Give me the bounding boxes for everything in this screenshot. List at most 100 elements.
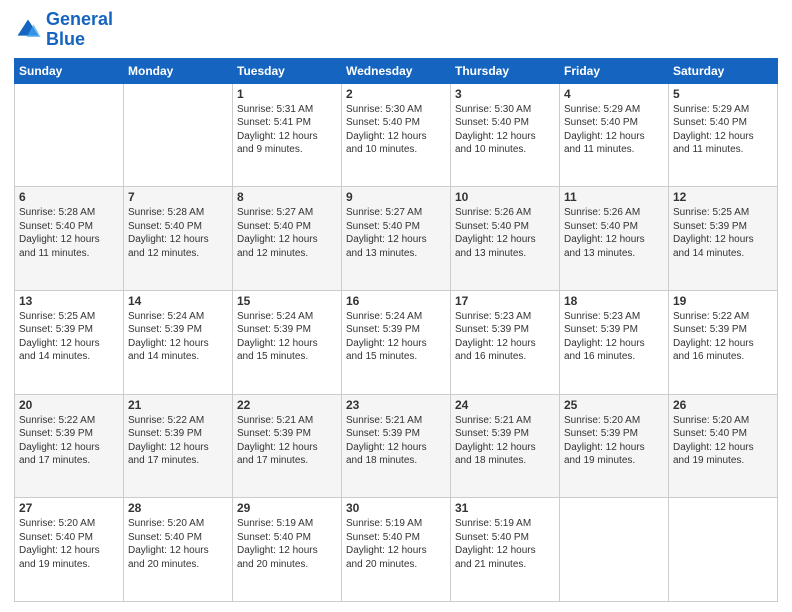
day-number: 13 [19,294,119,308]
calendar-cell: 7Sunrise: 5:28 AM Sunset: 5:40 PM Daylig… [124,187,233,291]
day-number: 31 [455,501,555,515]
weekday-header-tuesday: Tuesday [233,58,342,83]
calendar-cell: 6 Sunrise: 5:28 AM Sunset: 5:40 PM Daylig… [15,187,124,291]
day-info: Sunrise: 5:24 AM Sunset: 5:39 PM Dayligh… [346,310,446,364]
day-info: Sunrise: 5:20 AM Sunset: 5:39 PM Dayligh… [564,414,664,468]
day-info: Sunrise: 5:26 AM Sunset: 5:40 PM Dayligh… [564,206,664,260]
day-info: Sunrise: 5:20 AM Sunset: 5:40 PM Dayligh… [128,517,228,571]
day-number: 3 [455,87,555,101]
day-info: Sunrise: 5:21 AM Sunset: 5:39 PM Dayligh… [237,414,337,468]
day-number: 11 [564,190,664,204]
weekday-header-row: SundayMondayTuesdayWednesdayThursdayFrid… [15,58,778,83]
calendar-cell: 12Sunrise: 5:25 AM Sunset: 5:39 PM Dayli… [669,187,778,291]
day-number: 20 [19,398,119,412]
day-number: 9 [346,190,446,204]
day-info: Sunrise: 5:21 AM Sunset: 5:39 PM Dayligh… [346,414,446,468]
day-number: 22 [237,398,337,412]
day-info: Sunrise: 5:26 AM Sunset: 5:40 PM Dayligh… [455,206,555,260]
day-number: 8 [237,190,337,204]
page: General Blue SundayMondayTuesdayWednesda… [0,0,792,612]
day-info: Sunrise: 5:25 AM Sunset: 5:39 PM Dayligh… [19,310,119,364]
logo-icon [14,16,42,44]
day-number: 2 [346,87,446,101]
logo: General Blue [14,10,113,50]
calendar-cell [15,83,124,187]
week-row-3: 20 Sunrise: 5:22 AM Sunset: 5:39 PM Dayli… [15,394,778,498]
day-info: Sunrise: 5:29 AM Sunset: 5:40 PM Dayligh… [564,103,664,157]
day-info: Sunrise: 5:22 AM Sunset: 5:39 PM Dayligh… [673,310,773,364]
logo-text: General Blue [46,10,113,50]
calendar-cell: 23 Sunrise: 5:21 AM Sunset: 5:39 PM Dayli… [342,394,451,498]
day-number: 4 [564,87,664,101]
day-number: 24 [455,398,555,412]
day-number: 23 [346,398,446,412]
day-info: Sunrise: 5:27 AM Sunset: 5:40 PM Dayligh… [237,206,337,260]
calendar-cell: 27 Sunrise: 5:20 AM Sunset: 5:40 PM Dayli… [15,498,124,602]
week-row-1: 6 Sunrise: 5:28 AM Sunset: 5:40 PM Daylig… [15,187,778,291]
calendar-cell: 9 Sunrise: 5:27 AM Sunset: 5:40 PM Daylig… [342,187,451,291]
day-number: 6 [19,190,119,204]
calendar-cell: 11 Sunrise: 5:26 AM Sunset: 5:40 PM Dayli… [560,187,669,291]
day-info: Sunrise: 5:19 AM Sunset: 5:40 PM Dayligh… [237,517,337,571]
calendar-cell: 29Sunrise: 5:19 AM Sunset: 5:40 PM Dayli… [233,498,342,602]
week-row-0: 1Sunrise: 5:31 AM Sunset: 5:41 PM Daylig… [15,83,778,187]
calendar-cell [669,498,778,602]
day-number: 19 [673,294,773,308]
calendar-cell: 24 Sunrise: 5:21 AM Sunset: 5:39 PM Dayli… [451,394,560,498]
day-number: 28 [128,501,228,515]
day-number: 21 [128,398,228,412]
day-info: Sunrise: 5:29 AM Sunset: 5:40 PM Dayligh… [673,103,773,157]
day-info: Sunrise: 5:20 AM Sunset: 5:40 PM Dayligh… [673,414,773,468]
calendar-cell [124,83,233,187]
day-info: Sunrise: 5:23 AM Sunset: 5:39 PM Dayligh… [455,310,555,364]
day-info: Sunrise: 5:24 AM Sunset: 5:39 PM Dayligh… [237,310,337,364]
day-number: 10 [455,190,555,204]
week-row-4: 27 Sunrise: 5:20 AM Sunset: 5:40 PM Dayli… [15,498,778,602]
calendar-cell: 1Sunrise: 5:31 AM Sunset: 5:41 PM Daylig… [233,83,342,187]
day-info: Sunrise: 5:19 AM Sunset: 5:40 PM Dayligh… [455,517,555,571]
calendar-cell: 20Sunrise: 5:22 AM Sunset: 5:39 PM Dayli… [15,394,124,498]
day-number: 12 [673,190,773,204]
calendar-cell: 28 Sunrise: 5:20 AM Sunset: 5:40 PM Dayli… [124,498,233,602]
calendar-cell: 22 Sunrise: 5:21 AM Sunset: 5:39 PM Dayli… [233,394,342,498]
calendar-cell: 4 Sunrise: 5:29 AM Sunset: 5:40 PM Daylig… [560,83,669,187]
calendar-cell: 3 Sunrise: 5:30 AM Sunset: 5:40 PM Daylig… [451,83,560,187]
day-info: Sunrise: 5:30 AM Sunset: 5:40 PM Dayligh… [346,103,446,157]
day-number: 26 [673,398,773,412]
day-info: Sunrise: 5:30 AM Sunset: 5:40 PM Dayligh… [455,103,555,157]
calendar-cell: 21 Sunrise: 5:22 AM Sunset: 5:39 PM Dayli… [124,394,233,498]
calendar-cell: 5 Sunrise: 5:29 AM Sunset: 5:40 PM Daylig… [669,83,778,187]
day-info: Sunrise: 5:20 AM Sunset: 5:40 PM Dayligh… [19,517,119,571]
calendar-cell: 14Sunrise: 5:24 AM Sunset: 5:39 PM Dayli… [124,290,233,394]
calendar-cell: 30Sunrise: 5:19 AM Sunset: 5:40 PM Dayli… [342,498,451,602]
calendar-cell: 8 Sunrise: 5:27 AM Sunset: 5:40 PM Daylig… [233,187,342,291]
weekday-header-sunday: Sunday [15,58,124,83]
weekday-header-wednesday: Wednesday [342,58,451,83]
calendar-cell: 17 Sunrise: 5:23 AM Sunset: 5:39 PM Dayli… [451,290,560,394]
day-info: Sunrise: 5:27 AM Sunset: 5:40 PM Dayligh… [346,206,446,260]
calendar-cell: 26 Sunrise: 5:20 AM Sunset: 5:40 PM Dayli… [669,394,778,498]
day-number: 18 [564,294,664,308]
calendar-cell: 16Sunrise: 5:24 AM Sunset: 5:39 PM Dayli… [342,290,451,394]
day-info: Sunrise: 5:23 AM Sunset: 5:39 PM Dayligh… [564,310,664,364]
day-info: Sunrise: 5:21 AM Sunset: 5:39 PM Dayligh… [455,414,555,468]
day-number: 25 [564,398,664,412]
day-number: 17 [455,294,555,308]
weekday-header-friday: Friday [560,58,669,83]
day-info: Sunrise: 5:28 AM Sunset: 5:40 PM Dayligh… [128,206,228,260]
day-number: 30 [346,501,446,515]
day-number: 27 [19,501,119,515]
day-info: Sunrise: 5:22 AM Sunset: 5:39 PM Dayligh… [128,414,228,468]
calendar-cell: 13 Sunrise: 5:25 AM Sunset: 5:39 PM Dayli… [15,290,124,394]
calendar-cell: 25 Sunrise: 5:20 AM Sunset: 5:39 PM Dayli… [560,394,669,498]
day-info: Sunrise: 5:31 AM Sunset: 5:41 PM Dayligh… [237,103,337,157]
day-info: Sunrise: 5:28 AM Sunset: 5:40 PM Dayligh… [19,206,119,260]
calendar-cell: 15Sunrise: 5:24 AM Sunset: 5:39 PM Dayli… [233,290,342,394]
day-info: Sunrise: 5:24 AM Sunset: 5:39 PM Dayligh… [128,310,228,364]
calendar-cell [560,498,669,602]
weekday-header-saturday: Saturday [669,58,778,83]
calendar-cell: 2 Sunrise: 5:30 AM Sunset: 5:40 PM Daylig… [342,83,451,187]
day-number: 5 [673,87,773,101]
calendar-cell: 10 Sunrise: 5:26 AM Sunset: 5:40 PM Dayli… [451,187,560,291]
calendar-cell: 19 Sunrise: 5:22 AM Sunset: 5:39 PM Dayli… [669,290,778,394]
